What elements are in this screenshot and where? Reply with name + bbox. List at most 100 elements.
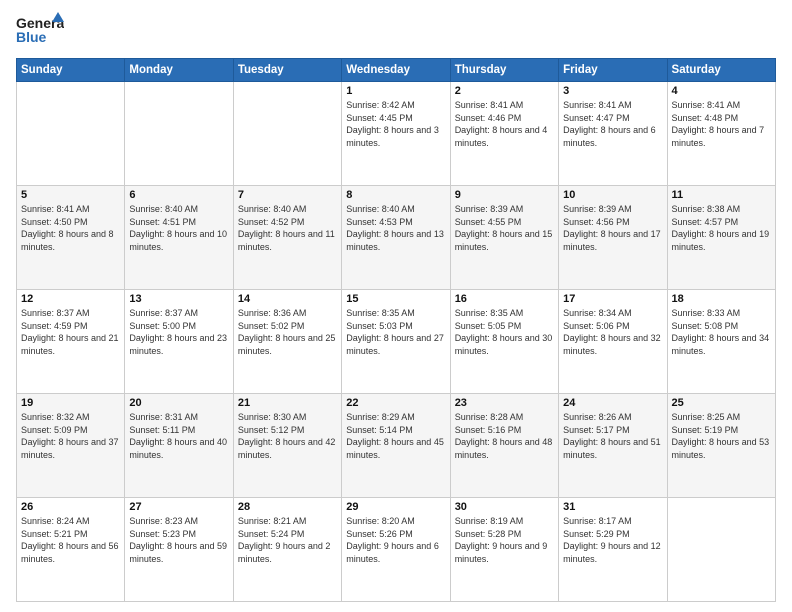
calendar-cell: 13 Sunrise: 8:37 AMSunset: 5:00 PMDayligh… <box>125 290 233 394</box>
day-number: 23 <box>455 397 554 409</box>
day-info: Sunrise: 8:35 AMSunset: 5:03 PMDaylight:… <box>346 307 445 357</box>
calendar-cell: 29 Sunrise: 8:20 AMSunset: 5:26 PMDayligh… <box>342 498 450 602</box>
calendar-cell: 17Sunrise: 8:34 AMSunset: 5:06 PMDayligh… <box>559 290 667 394</box>
day-info: Sunrise: 8:40 AMSunset: 4:51 PMDaylight:… <box>129 203 228 253</box>
day-number: 14 <box>238 293 337 305</box>
day-info: Sunrise: 8:24 AMSunset: 5:21 PMDaylight:… <box>21 515 120 565</box>
calendar-cell: 2 Sunrise: 8:41 AMSunset: 4:46 PMDaylight… <box>450 82 558 186</box>
day-number: 20 <box>129 397 228 409</box>
calendar-cell: 3 Sunrise: 8:41 AMSunset: 4:47 PMDaylight… <box>559 82 667 186</box>
logo-graphic: General Blue <box>16 12 64 50</box>
day-number: 31 <box>563 501 662 513</box>
day-info: Sunrise: 8:23 AMSunset: 5:23 PMDaylight:… <box>129 515 228 565</box>
calendar-week-5: 26 Sunrise: 8:24 AMSunset: 5:21 PMDayligh… <box>17 498 776 602</box>
day-header-sunday: Sunday <box>17 59 125 82</box>
calendar-cell: 10 Sunrise: 8:39 AMSunset: 4:56 PMDayligh… <box>559 186 667 290</box>
day-number: 22 <box>346 397 445 409</box>
calendar-cell: 8 Sunrise: 8:40 AMSunset: 4:53 PMDaylight… <box>342 186 450 290</box>
calendar-cell: 31 Sunrise: 8:17 AMSunset: 5:29 PMDayligh… <box>559 498 667 602</box>
day-info: Sunrise: 8:17 AMSunset: 5:29 PMDaylight:… <box>563 515 662 565</box>
day-info: Sunrise: 8:37 AMSunset: 5:00 PMDaylight:… <box>129 307 228 357</box>
svg-text:Blue: Blue <box>16 29 47 45</box>
calendar-cell: 27Sunrise: 8:23 AMSunset: 5:23 PMDayligh… <box>125 498 233 602</box>
day-number: 25 <box>672 397 771 409</box>
calendar-cell: 18Sunrise: 8:33 AMSunset: 5:08 PMDayligh… <box>667 290 775 394</box>
day-info: Sunrise: 8:20 AMSunset: 5:26 PMDaylight:… <box>346 515 445 565</box>
calendar-cell: 26 Sunrise: 8:24 AMSunset: 5:21 PMDayligh… <box>17 498 125 602</box>
header: General Blue <box>16 12 776 50</box>
calendar-cell: 14 Sunrise: 8:36 AMSunset: 5:02 PMDayligh… <box>233 290 341 394</box>
day-info: Sunrise: 8:35 AMSunset: 5:05 PMDaylight:… <box>455 307 554 357</box>
day-info: Sunrise: 8:40 AMSunset: 4:52 PMDaylight:… <box>238 203 337 253</box>
calendar-cell: 21 Sunrise: 8:30 AMSunset: 5:12 PMDayligh… <box>233 394 341 498</box>
day-number: 13 <box>129 293 228 305</box>
day-number: 10 <box>563 189 662 201</box>
calendar-cell: 11Sunrise: 8:38 AMSunset: 4:57 PMDayligh… <box>667 186 775 290</box>
day-info: Sunrise: 8:41 AMSunset: 4:48 PMDaylight:… <box>672 99 771 149</box>
day-number: 12 <box>21 293 120 305</box>
calendar-cell: 1Sunrise: 8:42 AMSunset: 4:45 PMDaylight… <box>342 82 450 186</box>
calendar-week-2: 5 Sunrise: 8:41 AMSunset: 4:50 PMDaylight… <box>17 186 776 290</box>
calendar-cell: 7 Sunrise: 8:40 AMSunset: 4:52 PMDaylight… <box>233 186 341 290</box>
day-number: 30 <box>455 501 554 513</box>
calendar-cell <box>667 498 775 602</box>
calendar-cell: 25 Sunrise: 8:25 AMSunset: 5:19 PMDayligh… <box>667 394 775 498</box>
day-info: Sunrise: 8:41 AMSunset: 4:47 PMDaylight:… <box>563 99 662 149</box>
day-info: Sunrise: 8:26 AMSunset: 5:17 PMDaylight:… <box>563 411 662 461</box>
day-header-thursday: Thursday <box>450 59 558 82</box>
day-header-monday: Monday <box>125 59 233 82</box>
day-info: Sunrise: 8:25 AMSunset: 5:19 PMDaylight:… <box>672 411 771 461</box>
calendar-cell: 22Sunrise: 8:29 AMSunset: 5:14 PMDayligh… <box>342 394 450 498</box>
day-info: Sunrise: 8:30 AMSunset: 5:12 PMDaylight:… <box>238 411 337 461</box>
calendar-cell: 20 Sunrise: 8:31 AMSunset: 5:11 PMDayligh… <box>125 394 233 498</box>
calendar-week-1: 1Sunrise: 8:42 AMSunset: 4:45 PMDaylight… <box>17 82 776 186</box>
day-number: 28 <box>238 501 337 513</box>
calendar-cell: 16Sunrise: 8:35 AMSunset: 5:05 PMDayligh… <box>450 290 558 394</box>
day-number: 6 <box>129 189 228 201</box>
calendar-cell: 23 Sunrise: 8:28 AMSunset: 5:16 PMDayligh… <box>450 394 558 498</box>
calendar-cell: 9Sunrise: 8:39 AMSunset: 4:55 PMDaylight… <box>450 186 558 290</box>
day-number: 15 <box>346 293 445 305</box>
calendar-table: SundayMondayTuesdayWednesdayThursdayFrid… <box>16 58 776 602</box>
day-info: Sunrise: 8:31 AMSunset: 5:11 PMDaylight:… <box>129 411 228 461</box>
day-number: 21 <box>238 397 337 409</box>
day-info: Sunrise: 8:41 AMSunset: 4:50 PMDaylight:… <box>21 203 120 253</box>
calendar-cell: 24 Sunrise: 8:26 AMSunset: 5:17 PMDayligh… <box>559 394 667 498</box>
day-info: Sunrise: 8:41 AMSunset: 4:46 PMDaylight:… <box>455 99 554 149</box>
day-header-friday: Friday <box>559 59 667 82</box>
day-header-tuesday: Tuesday <box>233 59 341 82</box>
calendar-week-3: 12Sunrise: 8:37 AMSunset: 4:59 PMDayligh… <box>17 290 776 394</box>
day-number: 5 <box>21 189 120 201</box>
day-number: 19 <box>21 397 120 409</box>
calendar-cell: 5 Sunrise: 8:41 AMSunset: 4:50 PMDaylight… <box>17 186 125 290</box>
day-number: 26 <box>21 501 120 513</box>
day-header-saturday: Saturday <box>667 59 775 82</box>
calendar-cell <box>233 82 341 186</box>
day-number: 29 <box>346 501 445 513</box>
day-info: Sunrise: 8:40 AMSunset: 4:53 PMDaylight:… <box>346 203 445 253</box>
day-info: Sunrise: 8:34 AMSunset: 5:06 PMDaylight:… <box>563 307 662 357</box>
day-info: Sunrise: 8:33 AMSunset: 5:08 PMDaylight:… <box>672 307 771 357</box>
calendar-page: General Blue SundayMondayTuesdayWednesda… <box>0 0 792 612</box>
day-info: Sunrise: 8:36 AMSunset: 5:02 PMDaylight:… <box>238 307 337 357</box>
day-number: 7 <box>238 189 337 201</box>
calendar-cell <box>17 82 125 186</box>
calendar-week-4: 19Sunrise: 8:32 AMSunset: 5:09 PMDayligh… <box>17 394 776 498</box>
day-info: Sunrise: 8:19 AMSunset: 5:28 PMDaylight:… <box>455 515 554 565</box>
day-header-wednesday: Wednesday <box>342 59 450 82</box>
day-number: 9 <box>455 189 554 201</box>
day-number: 24 <box>563 397 662 409</box>
calendar-cell: 6 Sunrise: 8:40 AMSunset: 4:51 PMDaylight… <box>125 186 233 290</box>
day-number: 2 <box>455 85 554 97</box>
calendar-cell: 15 Sunrise: 8:35 AMSunset: 5:03 PMDayligh… <box>342 290 450 394</box>
calendar-cell: 4 Sunrise: 8:41 AMSunset: 4:48 PMDaylight… <box>667 82 775 186</box>
day-info: Sunrise: 8:39 AMSunset: 4:56 PMDaylight:… <box>563 203 662 253</box>
day-number: 11 <box>672 189 771 201</box>
calendar-cell <box>125 82 233 186</box>
day-info: Sunrise: 8:28 AMSunset: 5:16 PMDaylight:… <box>455 411 554 461</box>
day-number: 1 <box>346 85 445 97</box>
day-number: 4 <box>672 85 771 97</box>
day-number: 3 <box>563 85 662 97</box>
calendar-cell: 28Sunrise: 8:21 AMSunset: 5:24 PMDayligh… <box>233 498 341 602</box>
day-number: 8 <box>346 189 445 201</box>
